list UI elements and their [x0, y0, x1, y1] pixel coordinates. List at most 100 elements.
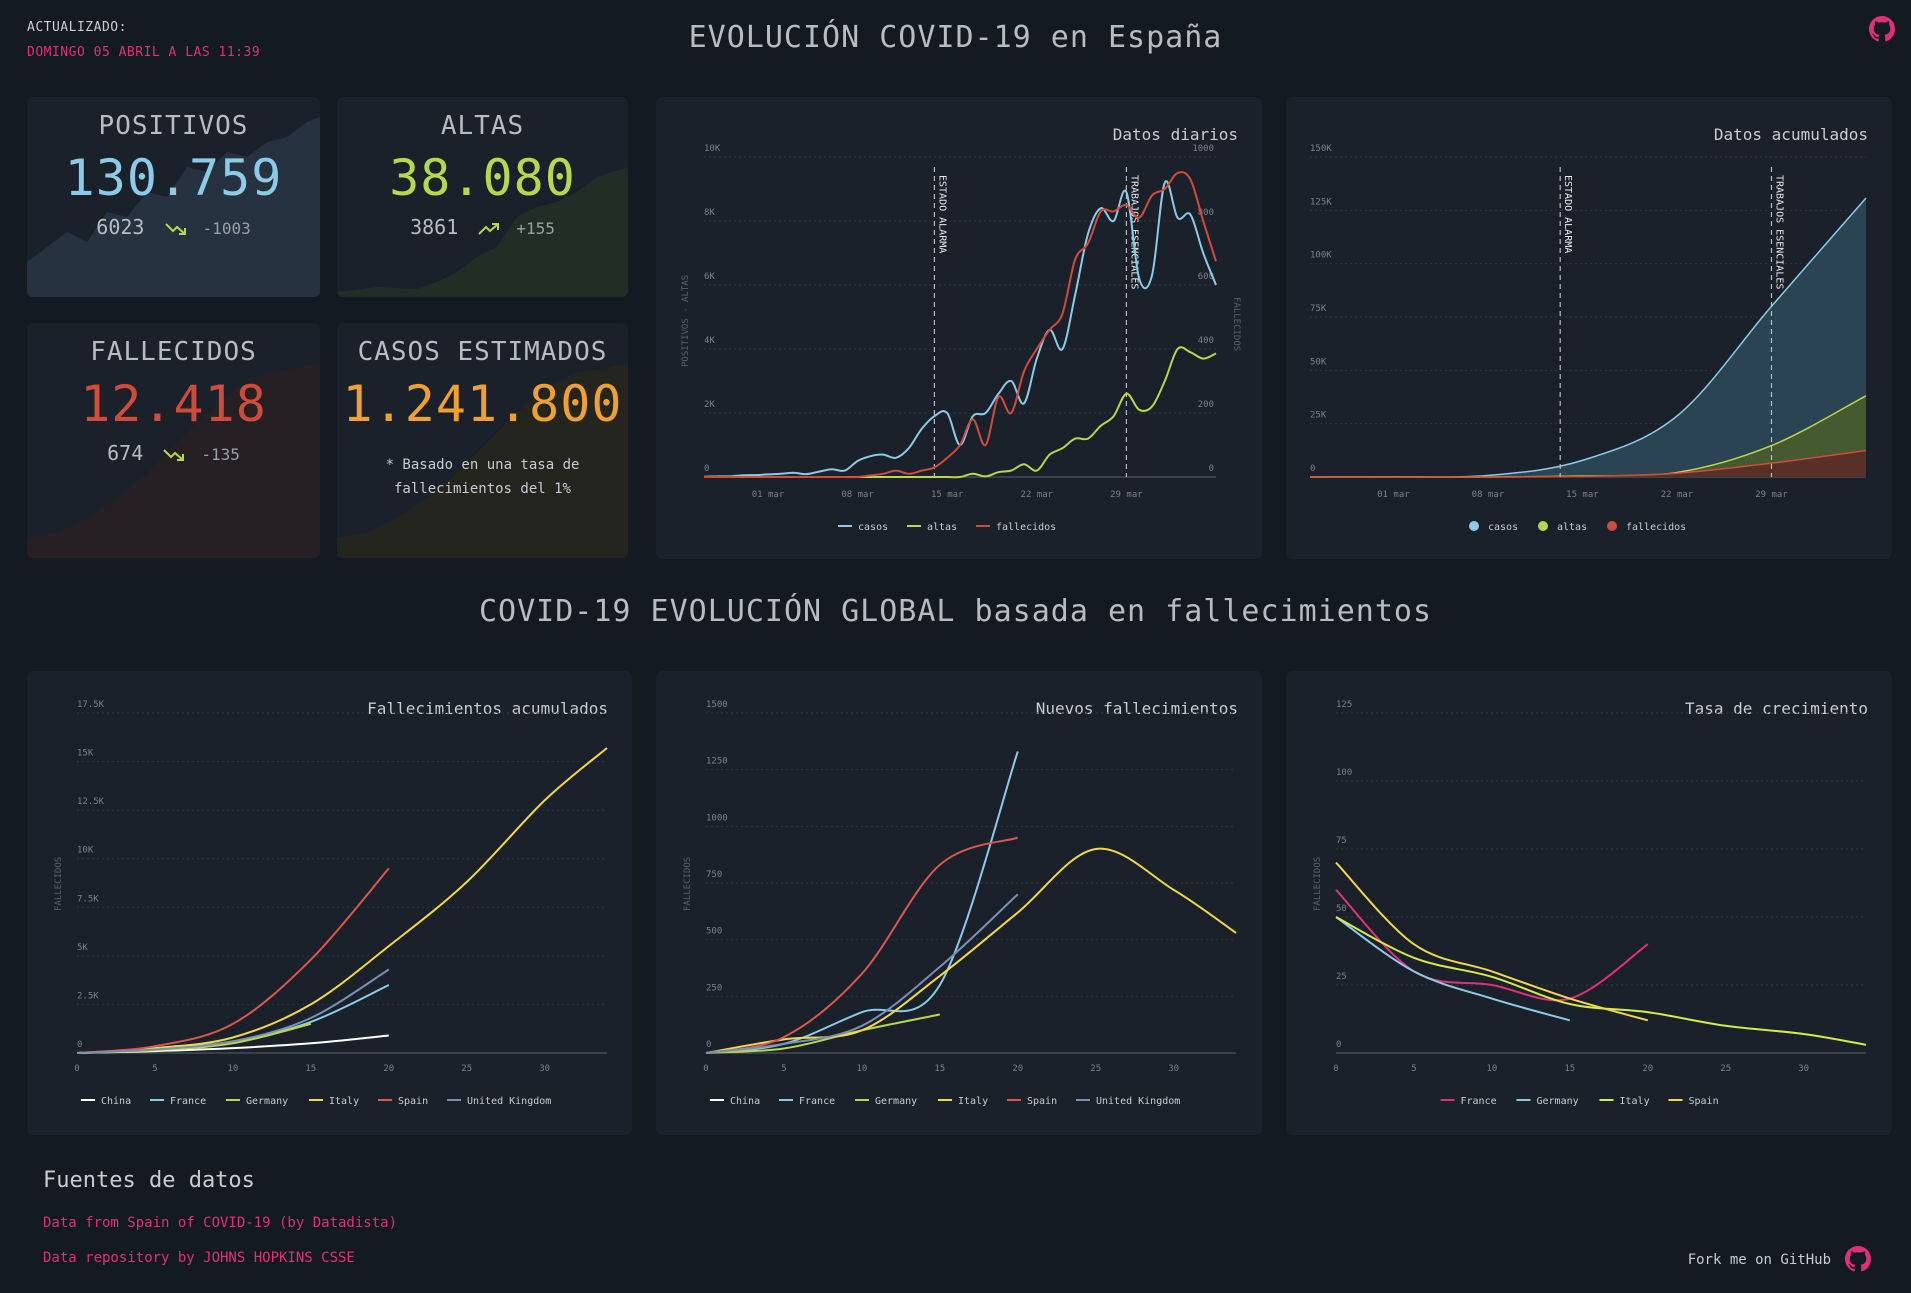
legend-label: Spain	[1689, 1096, 1719, 1107]
y-tick-label: 12.5K	[77, 797, 105, 807]
kpi-positivos: POSITIVOS 130.759 6023 -1003	[27, 97, 320, 297]
y-tick-label-right: 0	[1209, 464, 1214, 474]
y-tick-label: 100K	[1310, 251, 1332, 261]
x-tick-label: 30	[1798, 1064, 1809, 1074]
github-icon[interactable]	[1845, 1246, 1871, 1272]
y-tick-label: 0	[77, 1040, 82, 1050]
page-title: EVOLUCIÓN COVID-19 en España	[688, 20, 1223, 55]
y-axis-label-right: FALLECIDOS	[1231, 297, 1241, 351]
y-tick-label: 100	[1336, 768, 1352, 778]
x-tick-label: 10	[227, 1064, 238, 1074]
x-tick-label: 0	[74, 1064, 79, 1074]
legend-label: China	[730, 1096, 760, 1107]
x-tick-label: 15 mar	[1566, 490, 1599, 500]
y-tick-label: 25	[1336, 972, 1347, 982]
series-line-fallecidos	[703, 171, 1217, 479]
daily-chart: 02K4K6K8K10K02004006008001000POSITIVOS -…	[681, 144, 1241, 533]
y-tick-label: 125K	[1310, 197, 1332, 207]
legend-label: China	[101, 1096, 131, 1107]
y-tick-label: 150K	[1310, 144, 1332, 154]
annotation-label: ESTADO ALARMA	[936, 175, 947, 253]
global-growth-chart: 0 25 50 75 100 125 FALLECIDOS 0 5 10 15 20 25 30 Franc…	[1313, 700, 1867, 1107]
series-line-spain	[1335, 861, 1649, 1022]
source-link-datadista[interactable]: Data from Spain of COVID-19 (by Datadist…	[43, 1215, 397, 1231]
x-tick-label: 25	[461, 1064, 472, 1074]
legend-label: Italy	[329, 1096, 359, 1107]
y-tick-label: 15K	[77, 749, 94, 759]
y-tick-label: 7.5K	[77, 894, 99, 904]
altas-value: 38.080	[389, 149, 576, 207]
x-tick-label: 30	[539, 1064, 550, 1074]
positivos-title: POSITIVOS	[98, 111, 249, 141]
y-tick-label: 0	[704, 464, 709, 474]
y-tick-label: 5K	[77, 943, 88, 953]
fallecidos-daily: 674	[107, 441, 144, 465]
y-tick-label-right: 400	[1198, 336, 1214, 346]
source-link-jhu[interactable]: Data repository by JOHNS HOPKINS CSSE	[43, 1250, 355, 1266]
x-tick-label: 10	[856, 1064, 867, 1074]
annotation-label: TRABAJOS ESENCIALES	[1773, 175, 1784, 289]
legend-label: Germany	[246, 1096, 288, 1107]
fork-me-link[interactable]: Fork me on GitHub	[1688, 1252, 1831, 1268]
x-tick-label: 0	[1333, 1064, 1338, 1074]
altas-delta: +155	[516, 219, 555, 238]
kpi-altas: ALTAS 38.080 3861 +155	[337, 97, 628, 297]
global-new-chart: 0 250 500 750 1000 1250 1500 FALLECIDOS 0 5 10 15 20…	[683, 700, 1237, 1107]
legend-label: France	[799, 1096, 835, 1107]
positivos-delta: -1003	[202, 219, 251, 238]
y-axis-label-left: POSITIVOS - ALTAS	[681, 275, 691, 367]
y-tick-label: 0	[706, 1040, 711, 1050]
y-tick-label: 125	[1336, 700, 1352, 710]
x-tick-label: 20	[1642, 1064, 1653, 1074]
x-tick-label: 22 mar	[1661, 490, 1694, 500]
legend-label: Spain	[398, 1096, 428, 1107]
github-icon[interactable]	[1869, 16, 1895, 42]
legend-label: Germany	[1537, 1096, 1579, 1107]
y-tick-label: 75	[1336, 836, 1347, 846]
x-tick-label: 08 mar	[841, 490, 874, 500]
legend-label: France	[170, 1096, 206, 1107]
x-tick-label: 15 mar	[931, 490, 964, 500]
legend-label: United Kingdom	[467, 1096, 551, 1107]
x-tick-label: 29 mar	[1755, 490, 1788, 500]
trend-down-icon	[164, 222, 186, 235]
y-tick-label: 17.5K	[77, 700, 105, 710]
estimados-note-line1: * Basado en una tasa de	[385, 457, 580, 473]
global-cumulative-card: Fallecimientos acumulados 0 2.5K 5K 7.5K 10K…	[27, 671, 632, 1135]
legend-label: Italy	[958, 1096, 988, 1107]
y-tick-label: 75K	[1310, 304, 1327, 314]
legend-label: Italy	[1620, 1096, 1650, 1107]
x-tick-label: 5	[152, 1064, 157, 1074]
positivos-value: 130.759	[64, 149, 283, 207]
legend-label: France	[1461, 1096, 1497, 1107]
x-tick-label: 25	[1090, 1064, 1101, 1074]
x-tick-label: 5	[781, 1064, 786, 1074]
y-tick-label: 0	[1310, 464, 1315, 474]
y-axis-label: FALLECIDOS	[54, 857, 64, 911]
y-tick-label: 1000	[706, 813, 728, 823]
x-tick-label: 15	[305, 1064, 316, 1074]
x-tick-label: 0	[703, 1064, 708, 1074]
y-tick-label-right: 200	[1198, 400, 1214, 410]
fallecidos-sub: 674 -135	[27, 441, 320, 465]
kpi-estimados: CASOS ESTIMADOS 1.241.800 * Basado en un…	[337, 323, 628, 558]
y-axis-label: FALLECIDOS	[683, 857, 693, 911]
altas-daily: 3861	[410, 215, 459, 239]
legend-label: Germany	[875, 1096, 917, 1107]
x-tick-label: 08 mar	[1472, 490, 1505, 500]
global-new-card: Nuevos fallecimientos 0 250 500 750 1000 1250…	[656, 671, 1262, 1135]
x-tick-label: 01 mar	[1377, 490, 1410, 500]
x-tick-label: 10	[1486, 1064, 1497, 1074]
legend-label: fallecidos	[1626, 522, 1686, 533]
y-tick-label: 2.5K	[77, 991, 99, 1001]
fallecidos-delta: -135	[201, 445, 240, 464]
fallecidos-title: FALLECIDOS	[90, 337, 257, 367]
series-line-france	[705, 751, 1019, 1054]
altas-title: ALTAS	[440, 111, 525, 141]
daily-chart-card: Datos diarios 0 2K 4K 6K 8K 10K 0 200 400 600 800 1…	[656, 97, 1262, 559]
y-tick-label: 8K	[704, 208, 715, 218]
series-line-spain	[76, 867, 390, 1054]
global-section-title: COVID-19 EVOLUCIÓN GLOBAL basada en fall…	[478, 594, 1433, 629]
y-tick-label: 2K	[704, 400, 715, 410]
y-tick-label: 10K	[704, 144, 721, 154]
